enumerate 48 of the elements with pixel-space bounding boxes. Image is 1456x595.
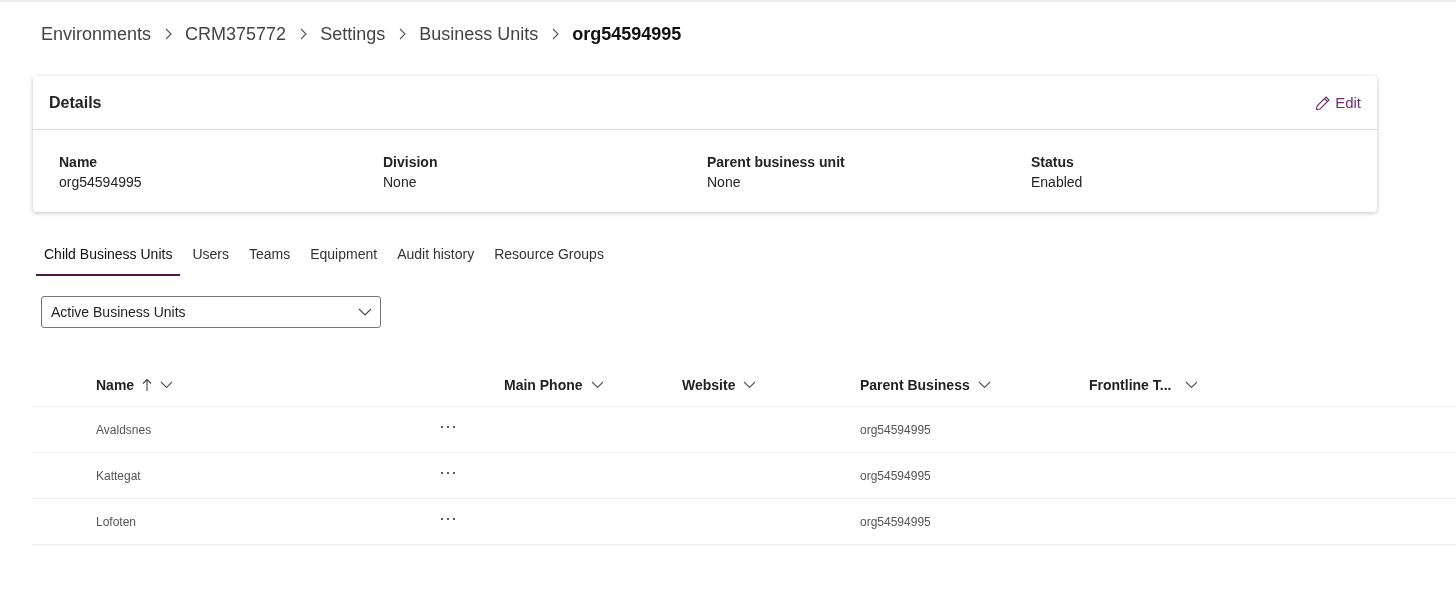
column-header[interactable]: Main Phone xyxy=(504,377,682,393)
tab[interactable]: Equipment xyxy=(302,240,386,276)
chevron-right-icon xyxy=(299,28,308,40)
tab[interactable]: Users xyxy=(184,240,237,276)
chevron-down-icon xyxy=(1185,381,1199,389)
tab[interactable]: Child Business Units xyxy=(36,240,181,276)
column-header[interactable]: Name xyxy=(96,377,440,393)
column-header[interactable]: Website xyxy=(682,377,860,393)
breadcrumb-link[interactable]: Environments xyxy=(41,23,152,45)
more-icon[interactable] xyxy=(440,424,456,429)
breadcrumb-link[interactable]: org54594995 xyxy=(572,23,682,45)
field-value: org54594995 xyxy=(59,174,143,190)
chevron-right-icon xyxy=(164,28,173,40)
more-icon[interactable] xyxy=(440,470,456,475)
table-cell-text: org54594995 xyxy=(860,468,932,483)
breadcrumb-link[interactable]: CRM375772 xyxy=(185,23,287,45)
table-cell: Kattegat xyxy=(96,468,141,483)
chevron-down-icon xyxy=(977,381,991,389)
chevron-down-icon xyxy=(590,381,604,389)
tab[interactable]: Audit history xyxy=(389,240,483,276)
pencil-icon xyxy=(1315,94,1332,111)
field-label: Name xyxy=(59,154,99,170)
field-value: None xyxy=(383,174,418,190)
chevron-right-icon xyxy=(551,28,560,40)
column-header[interactable]: Frontline T... xyxy=(1089,377,1456,393)
chevron-down-icon xyxy=(743,381,757,389)
column-header[interactable]: Parent Business xyxy=(860,377,1089,393)
table-cell: Lofoten xyxy=(96,514,137,529)
table-cell-text: org54594995 xyxy=(860,422,932,437)
field-value: Enabled xyxy=(1031,174,1084,190)
field-label: Division xyxy=(383,154,439,170)
field-label: Status xyxy=(1031,154,1075,170)
chevron-right-icon xyxy=(398,28,407,40)
tab[interactable]: Resource Groups xyxy=(486,240,612,276)
chevron-down-icon xyxy=(160,381,174,389)
edit-button[interactable]: Edit xyxy=(1315,94,1361,111)
breadcrumb-link[interactable]: Business Units xyxy=(419,23,539,45)
chevron-down-icon xyxy=(358,308,372,316)
field-value: None xyxy=(707,174,742,190)
sort-up-icon xyxy=(142,378,153,392)
breadcrumb-link[interactable]: Settings xyxy=(320,23,386,45)
more-icon[interactable] xyxy=(440,516,456,521)
field-label: Parent business unit xyxy=(707,154,846,170)
tab[interactable]: Teams xyxy=(240,240,299,276)
view-dropdown[interactable]: Active Business Units xyxy=(41,296,381,328)
table-cell-text: org54594995 xyxy=(860,514,932,529)
table-cell: Avaldsnes xyxy=(96,422,152,437)
card-title: Details xyxy=(49,93,102,112)
